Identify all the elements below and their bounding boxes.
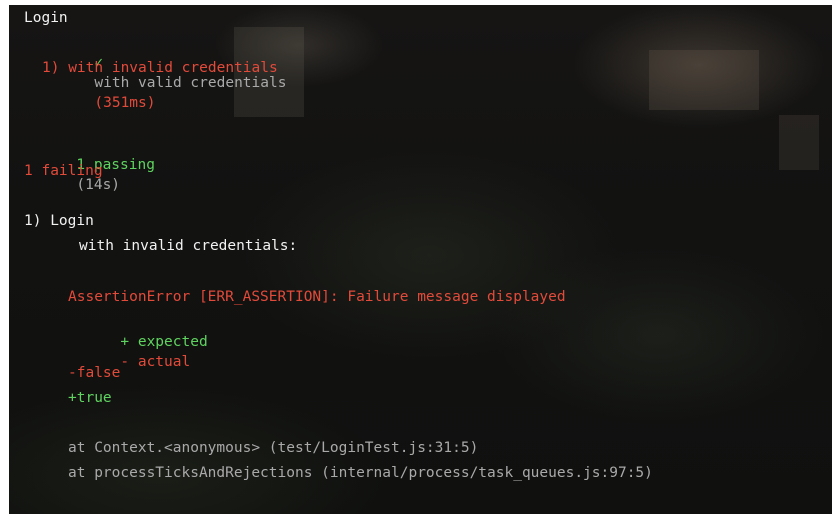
passing-test-line: ✓ with valid credentials (351ms) [42, 33, 286, 133]
terminal-output[interactable]: Login ✓ with valid credentials (351ms) 1… [9, 5, 832, 514]
stack-trace-line: at Context.<anonymous> (test/LoginTest.j… [68, 440, 479, 456]
passing-test-duration: (351ms) [94, 95, 156, 111]
stack-trace-line: at processTicksAndRejections (internal/p… [68, 465, 653, 481]
failure-subheading: with invalid credentials: [79, 238, 298, 254]
diff-legend-expected: + expected [120, 334, 208, 350]
diff-expected-line: +true [68, 390, 112, 406]
failure-heading: 1) Login [24, 213, 94, 229]
error-message: AssertionError [ERR_ASSERTION]: Failure … [68, 289, 566, 305]
terminal-window: Login ✓ with valid credentials (351ms) 1… [9, 5, 832, 514]
diff-legend-actual: - actual [120, 354, 191, 370]
summary-failing: 1 failing [24, 163, 103, 179]
diff-actual-line: -false [68, 365, 121, 381]
suite-title: Login [24, 10, 68, 26]
failing-test-name: 1) with invalid credentials [42, 60, 278, 76]
